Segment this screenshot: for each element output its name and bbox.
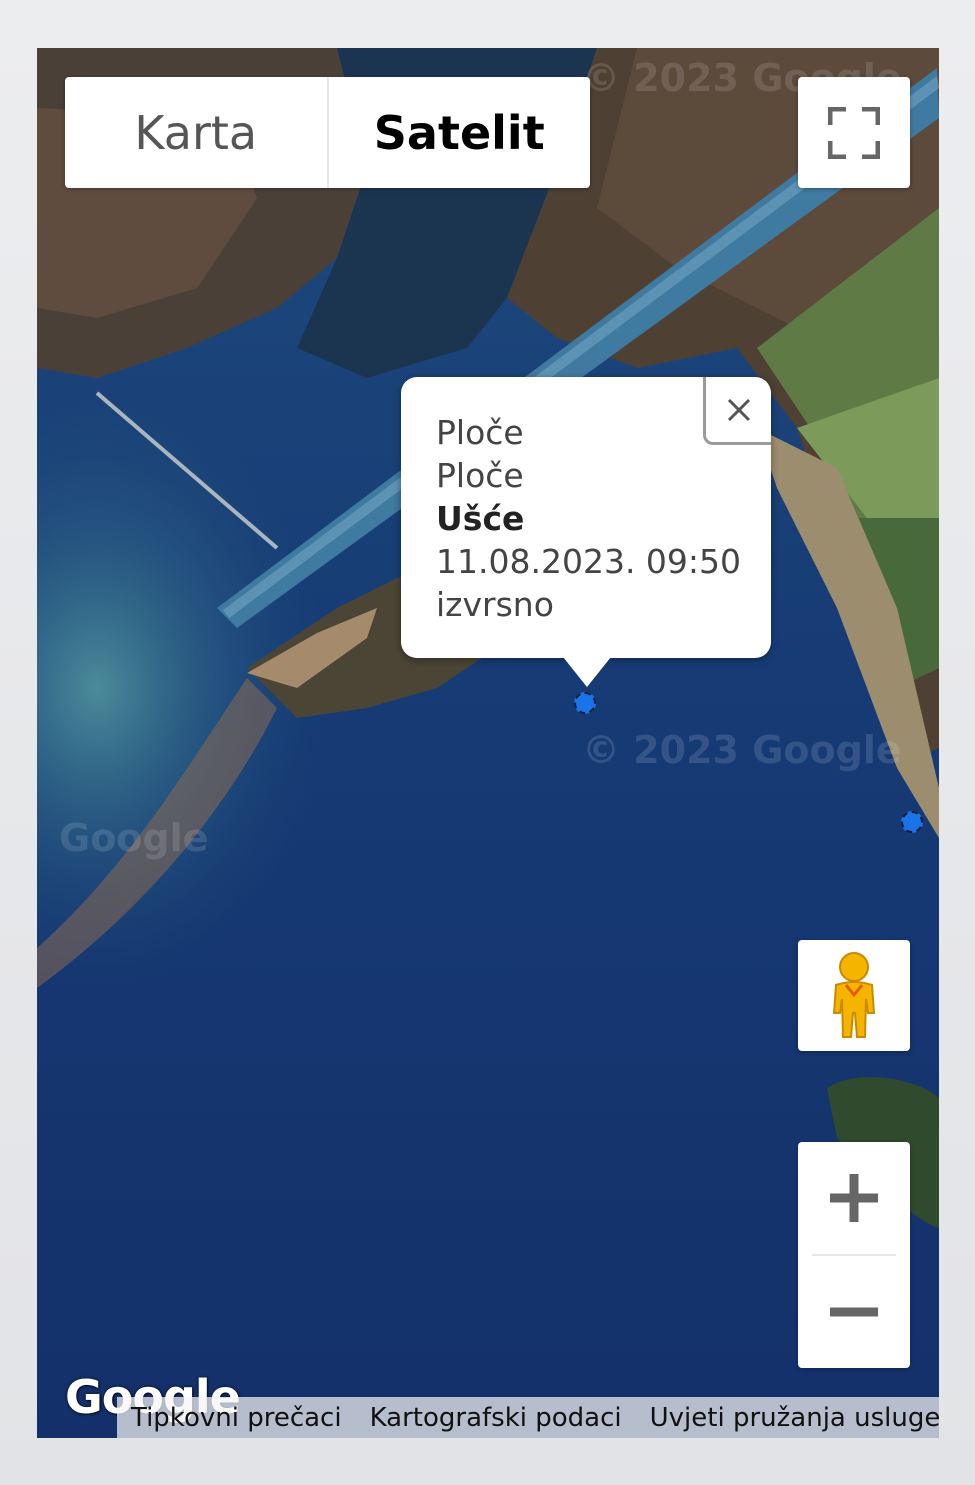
info-line-city: Ploče — [436, 413, 524, 452]
map-type-karta-button[interactable]: Karta — [65, 77, 327, 188]
map-watermark: © 2023 Google — [582, 728, 902, 772]
plus-icon — [830, 1174, 878, 1222]
map-canvas[interactable]: © 2023 Google © 2023 Google Google Karta… — [37, 48, 939, 1438]
info-window-tail — [563, 657, 611, 687]
info-line-station-name: Ušće — [436, 499, 525, 538]
info-line-datetime: 11.08.2023. 09:50 — [436, 542, 742, 581]
terms-link[interactable]: Uvjeti pružanja usluge — [635, 1397, 939, 1438]
pegman-icon — [832, 951, 876, 1038]
map-type-control: Karta Satelit — [65, 77, 590, 188]
info-window: Ploče Ploče Ušće 11.08.2023. 09:50 izvrs… — [401, 377, 771, 687]
map-data-link[interactable]: Kartografski podaci — [355, 1397, 636, 1438]
map-footer: Tipkovni prečaci Kartografski podaci Uvj… — [117, 1397, 939, 1438]
fullscreen-button[interactable] — [798, 77, 910, 188]
station-marker[interactable] — [901, 811, 923, 833]
zoom-in-button[interactable] — [798, 1142, 910, 1254]
map-watermark: Google — [59, 816, 209, 860]
zoom-out-button[interactable] — [798, 1256, 910, 1368]
info-window-content: Ploče Ploče Ušće 11.08.2023. 09:50 izvrs… — [436, 411, 741, 626]
fullscreen-icon — [828, 106, 880, 159]
info-line-location: Ploče — [436, 456, 524, 495]
station-marker[interactable] — [574, 692, 596, 714]
minus-icon — [830, 1307, 878, 1317]
zoom-control — [798, 1142, 910, 1368]
keyboard-shortcuts-link[interactable]: Tipkovni prečaci — [117, 1397, 356, 1438]
info-line-quality: izvrsno — [436, 585, 554, 624]
street-view-button[interactable] — [798, 940, 910, 1051]
map-type-satelit-button[interactable]: Satelit — [329, 77, 591, 188]
